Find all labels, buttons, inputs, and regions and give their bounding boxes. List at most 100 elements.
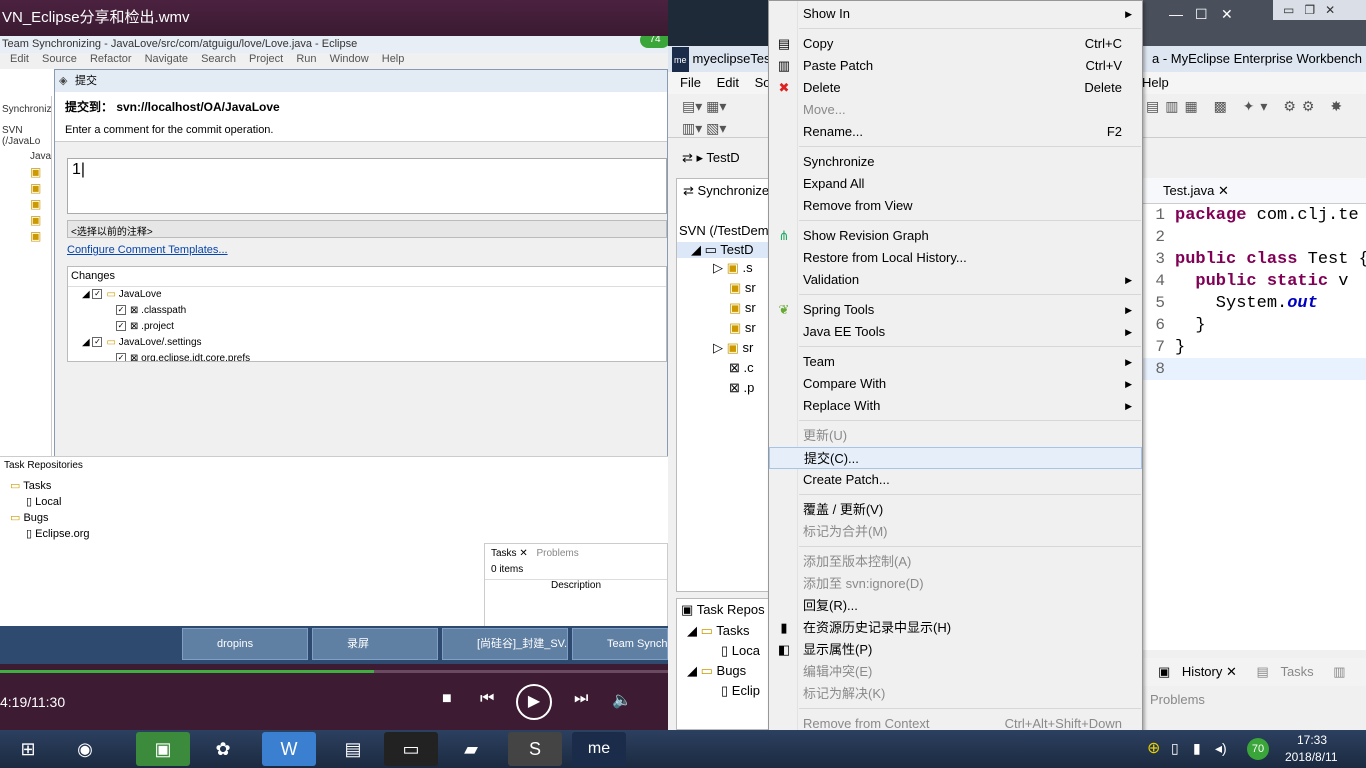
tab-tasks[interactable]: ▤ Tasks [1249,664,1314,679]
network-icon[interactable]: ▮ [1193,740,1201,757]
menu-item[interactable]: ✖ Delete Delete [769,77,1142,99]
menu-item[interactable]: ◧ 显示属性(P) [769,639,1142,661]
configure-templates-link[interactable]: Configure Comment Templates... [67,244,228,256]
menu-item[interactable]: Move... [769,99,1142,121]
synchronize-tab[interactable]: ⇄ Synchronize [677,179,775,203]
editor-tab[interactable]: Test.java ✕ [1143,178,1366,204]
menu-item[interactable]: Remove from View [769,195,1142,217]
change-item[interactable]: ✓ ⊠ .project [68,319,666,335]
usb-icon[interactable]: ▯ [1171,740,1179,757]
tree-root[interactable]: ◢ ▭ TestD [677,242,775,258]
tab-problems[interactable]: Problems [537,548,579,559]
taskbar-app-picasa[interactable]: ✿ [196,732,250,766]
bugs-node[interactable]: ◢ ▭ Bugs [677,661,775,681]
change-item[interactable]: ✓ ⊠ .classpath [68,303,666,319]
volume-icon[interactable]: ◂) [1215,740,1227,757]
menu-item[interactable]: Team ▶ [769,351,1142,373]
taskbar-app-myeclipse[interactable]: me [572,732,626,766]
next-icon[interactable]: ⏭ [574,690,588,708]
checkbox-icon[interactable]: ✓ [116,305,126,316]
menu-item[interactable]: Synchronize [769,151,1142,173]
tree-item[interactable]: ▷ ▣ sr [677,338,775,358]
menu-item[interactable]: Restore from Local History... [769,247,1142,269]
menu-item-label: Remove from View [803,198,913,213]
close-icon[interactable]: ✕ [1218,183,1229,198]
tasks-node[interactable]: ◢ ▭ Tasks [677,621,775,641]
menu-item[interactable]: 标记为合并(M) [769,521,1142,543]
eclipse-org-node[interactable]: ▯ Eclip [677,681,775,701]
menu-item[interactable]: Replace With ▶ [769,395,1142,417]
tree-item[interactable]: ▣ sr [677,298,775,318]
taskbar-app-explorer[interactable]: ▰ [444,732,498,766]
stop-icon[interactable]: ■ [442,690,452,708]
tree-item[interactable]: ⊠ .c [677,358,775,378]
taskbar-app-green[interactable]: ▣ [136,732,190,766]
menu-item[interactable]: 更新(U) [769,425,1142,447]
minimize-icon[interactable]: — [1169,6,1183,22]
taskbar-app-paint[interactable]: ◉ [58,732,112,766]
checkbox-icon[interactable]: ✓ [116,353,126,361]
menu-item[interactable]: Compare With ▶ [769,373,1142,395]
change-item[interactable]: ◢ ✓ ▭ JavaLove/.settings [68,335,666,351]
code-area[interactable]: 1 package com.clj.te 2 3 public class Test {… [1143,204,1366,380]
add-icon[interactable]: ⊕ [1147,738,1160,758]
clock-date[interactable]: 2018/8/11 [1285,750,1338,764]
tree-item[interactable]: ⊠ .p [677,378,775,398]
taskbar-app-sublime[interactable]: S [508,732,562,766]
menu-item[interactable]: ▥ Paste Patch Ctrl+V [769,55,1142,77]
commit-comment-input[interactable]: 1| [67,158,667,214]
menu-item[interactable]: Show In ▶ [769,3,1142,25]
tab-history[interactable]: ▣ History ✕ [1150,664,1237,679]
local-node[interactable]: ▯ Loca [677,641,775,661]
menu-item[interactable]: Java EE Tools ▶ [769,321,1142,343]
toolbar-icons[interactable]: ▤▾ ▦▾ [682,98,726,115]
menu-item[interactable]: Rename... F2 [769,121,1142,143]
previous-icon[interactable]: ⏮ [480,690,494,708]
eclipse-menu-search: Search [201,53,236,65]
menu-item[interactable]: 覆盖 / 更新(V) [769,499,1142,521]
menu-item[interactable]: ▮ 在资源历史记录中显示(H) [769,617,1142,639]
menu-item[interactable]: 添加至 svn:ignore(D) [769,573,1142,595]
menu-item[interactable]: 添加至版本控制(A) [769,551,1142,573]
menu-help[interactable]: Help [1142,72,1169,94]
volume-icon[interactable]: 🔈 [612,690,632,710]
tray-badge[interactable]: 70 [1247,738,1269,760]
previous-comments-select[interactable]: <选择以前的注释> [67,220,667,238]
eclipse-org-label: Eclipse.org [35,528,90,540]
menu-item[interactable]: ▤ Copy Ctrl+C [769,33,1142,55]
checkbox-icon[interactable]: ✓ [92,337,103,348]
taskbar-app-word[interactable]: W [262,732,316,766]
tab-tasks[interactable]: Tasks [491,548,517,559]
close-icon[interactable]: ✕ [1221,6,1233,23]
menu-item[interactable]: 编辑冲突(E) [769,661,1142,683]
task-repos-tab[interactable]: ▣ Task Repos [677,599,775,621]
menu-item[interactable]: ❦ Spring Tools ▶ [769,299,1142,321]
menu-item[interactable]: 标记为解决(K) [769,683,1142,705]
video-progress-bar[interactable] [0,670,668,673]
toolbar-icons-2[interactable]: ▥▾ ▧▾ [682,120,726,137]
change-item[interactable]: ◢ ✓ ▭ JavaLove [68,287,666,303]
menu-item[interactable]: Validation ▶ [769,269,1142,291]
menu-edit[interactable]: Edit [717,75,739,90]
breadcrumb-item[interactable]: TestD [706,150,739,165]
clock-time[interactable]: 17:33 [1297,733,1327,747]
menu-item[interactable]: 提交(C)... [769,447,1142,469]
menu-item[interactable]: Create Patch... [769,469,1142,491]
change-item[interactable]: ✓ ⊠ org.eclipse.jdt.core.prefs [68,351,666,361]
tree-item[interactable]: ▷ ▣ .s [677,258,775,278]
taskbar-app-cmd[interactable]: ▭ [384,732,438,766]
menu-item[interactable]: 回复(R)... [769,595,1142,617]
checkbox-icon[interactable]: ✓ [92,289,103,300]
checkbox-icon[interactable]: ✓ [116,321,126,332]
menu-item[interactable]: ⋔ Show Revision Graph [769,225,1142,247]
menu-file[interactable]: File [680,75,701,90]
tree-item[interactable]: ▣ sr [677,278,775,298]
start-button[interactable]: ⊞ [0,732,56,766]
menu-item[interactable]: Expand All [769,173,1142,195]
myeclipse-window-controls[interactable]: ▭❐✕ [1273,0,1366,20]
toolbar-icons-right[interactable]: ▤▥▦ ▩ ✦▾ ⚙⚙ ✸ [1146,98,1348,115]
taskbar-app-network[interactable]: ▤ [326,732,380,766]
play-icon[interactable]: ▶ [516,684,552,720]
tree-item[interactable]: ▣ sr [677,318,775,338]
maximize-icon[interactable]: ☐ [1195,6,1208,23]
